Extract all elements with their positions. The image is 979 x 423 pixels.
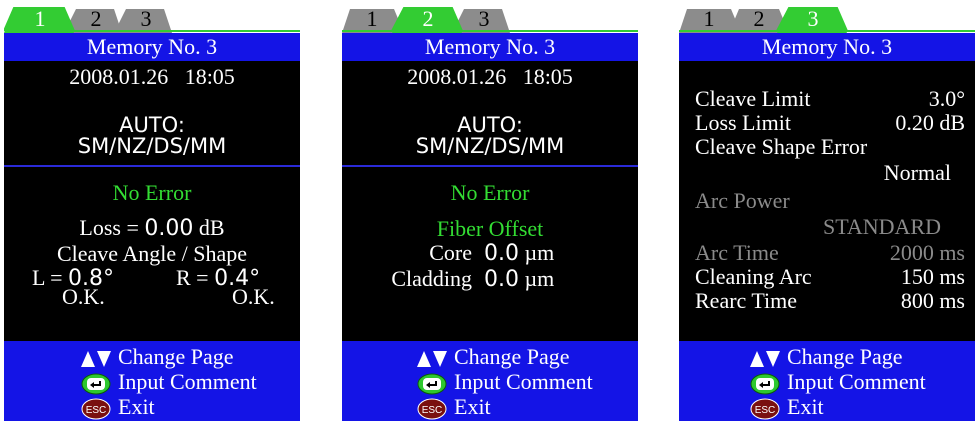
cleave-limit-value: 3.0°	[928, 86, 965, 111]
memory-header: Memory No. 3	[679, 33, 975, 61]
change-page-label: Change Page	[454, 344, 570, 369]
tab-2[interactable]: 2	[76, 7, 116, 31]
arc-power-label: Arc Power	[695, 188, 790, 213]
exit-hint[interactable]: ESC Exit	[749, 394, 824, 420]
time: 18:05	[184, 64, 235, 89]
input-comment-hint[interactable]: Input Comment	[749, 369, 926, 395]
memory-panel-page-2: 1 2 3 Memory No. 3 2008.01.26 18:05 AUTO…	[342, 7, 638, 421]
footer: Change Page Input Comment ESC Exit	[679, 341, 975, 421]
cleave-shape-error-label: Cleave Shape Error	[695, 134, 868, 159]
change-page-label: Change Page	[787, 344, 903, 369]
mode-line-2: SM/NZ/DS/MM	[415, 134, 565, 158]
up-down-arrows-icon	[417, 350, 447, 367]
input-comment-label: Input Comment	[454, 369, 593, 394]
tab-2[interactable]: 2	[739, 7, 779, 31]
core-unit: µm	[524, 240, 555, 265]
exit-hint[interactable]: ESC Exit	[80, 394, 155, 420]
esc-key-icon: ESC	[81, 398, 111, 420]
tab-1[interactable]: 1	[689, 7, 729, 31]
status-text: No Error	[112, 180, 192, 205]
change-page-hint[interactable]: Change Page	[416, 345, 569, 369]
change-page-hint[interactable]: Change Page	[80, 345, 233, 369]
footer: Change Page Input Comment ESC Exit	[342, 341, 638, 421]
tab-3[interactable]: 3	[126, 7, 166, 31]
right-result: O.K.	[232, 284, 275, 309]
divider	[4, 165, 300, 167]
loss-label: Loss =	[79, 215, 145, 240]
cleave-shape-error-value: Normal	[883, 160, 951, 185]
up-down-arrows-icon	[750, 350, 780, 367]
rearc-time-value: 800 ms	[900, 288, 965, 313]
right-label: R =	[176, 265, 215, 290]
change-page-label: Change Page	[118, 344, 234, 369]
cleaning-arc-value: 150 ms	[900, 264, 965, 289]
tab-2[interactable]: 2	[408, 7, 448, 31]
cladding-value: 0.0	[484, 267, 519, 292]
mode-line-2: SM/NZ/DS/MM	[77, 134, 227, 158]
cleaning-arc-label: Cleaning Arc	[695, 264, 812, 289]
tab-bar: 1 2 3	[679, 7, 975, 33]
esc-key-icon: ESC	[750, 398, 780, 420]
input-comment-hint[interactable]: Input Comment	[80, 369, 257, 395]
memory-header: Memory No. 3	[4, 33, 300, 61]
left-result: O.K.	[62, 284, 105, 309]
tab-3[interactable]: 3	[793, 7, 833, 31]
loss-value: 0.00	[144, 216, 194, 241]
datetime: 2008.01.26 18:05	[342, 65, 638, 89]
footer: Change Page Input Comment ESC Exit	[4, 341, 300, 421]
enter-key-icon	[750, 373, 780, 395]
esc-icon-label: ESC	[422, 405, 443, 416]
input-comment-label: Input Comment	[787, 369, 926, 394]
core-reading: 0.0 µm	[484, 241, 554, 266]
esc-icon-label: ESC	[86, 405, 107, 416]
cleave-title: Cleave Angle / Shape	[56, 241, 247, 266]
exit-label: Exit	[787, 394, 824, 419]
input-comment-label: Input Comment	[118, 369, 257, 394]
memory-panel-page-1: 1 2 3 Memory No. 3 2008.01.26 18:05 AUTO…	[4, 7, 300, 421]
time: 18:05	[522, 64, 573, 89]
exit-hint[interactable]: ESC Exit	[416, 394, 491, 420]
arc-time-value: 2000 ms	[889, 240, 965, 265]
up-down-arrows-icon	[81, 350, 111, 367]
loss-line: Loss = 0.00 dB	[4, 216, 300, 241]
esc-icon-label: ESC	[755, 405, 776, 416]
core-value: 0.0	[484, 241, 519, 266]
status-text: No Error	[450, 180, 530, 205]
tab-bar: 1 2 3	[4, 7, 300, 33]
divider	[342, 165, 638, 167]
datetime: 2008.01.26 18:05	[4, 65, 300, 89]
core-label: Core	[429, 240, 472, 265]
arc-time-label: Arc Time	[695, 240, 779, 265]
input-comment-hint[interactable]: Input Comment	[416, 369, 593, 395]
fiber-offset-title: Fiber Offset	[436, 216, 544, 241]
memory-header: Memory No. 3	[342, 33, 638, 61]
cladding-label: Cladding	[391, 266, 472, 291]
tab-bar: 1 2 3	[342, 7, 638, 33]
cleave-limit-label: Cleave Limit	[695, 86, 811, 111]
arc-power-value: STANDARD	[822, 214, 941, 239]
cladding-unit: µm	[524, 266, 555, 291]
memory-panel-page-3: 1 2 3 Memory No. 3 Cleave Limit 3.0° Los…	[679, 7, 975, 421]
loss-limit-value: 0.20 dB	[895, 110, 965, 135]
date: 2008.01.26	[69, 64, 169, 89]
enter-key-icon	[417, 373, 447, 395]
date: 2008.01.26	[407, 64, 507, 89]
exit-label: Exit	[454, 394, 491, 419]
esc-key-icon: ESC	[417, 398, 447, 420]
tab-1[interactable]: 1	[352, 7, 392, 31]
mode-line-1: AUTO:	[457, 113, 523, 137]
cladding-reading: 0.0 µm	[484, 267, 554, 292]
loss-limit-label: Loss Limit	[695, 110, 791, 135]
tab-3[interactable]: 3	[464, 7, 504, 31]
loss-unit: dB	[198, 215, 225, 240]
tab-1[interactable]: 1	[20, 7, 60, 31]
enter-key-icon	[81, 373, 111, 395]
rearc-time-label: Rearc Time	[695, 288, 798, 313]
mode-line-1: AUTO:	[119, 113, 185, 137]
change-page-hint[interactable]: Change Page	[749, 345, 902, 369]
exit-label: Exit	[118, 394, 155, 419]
